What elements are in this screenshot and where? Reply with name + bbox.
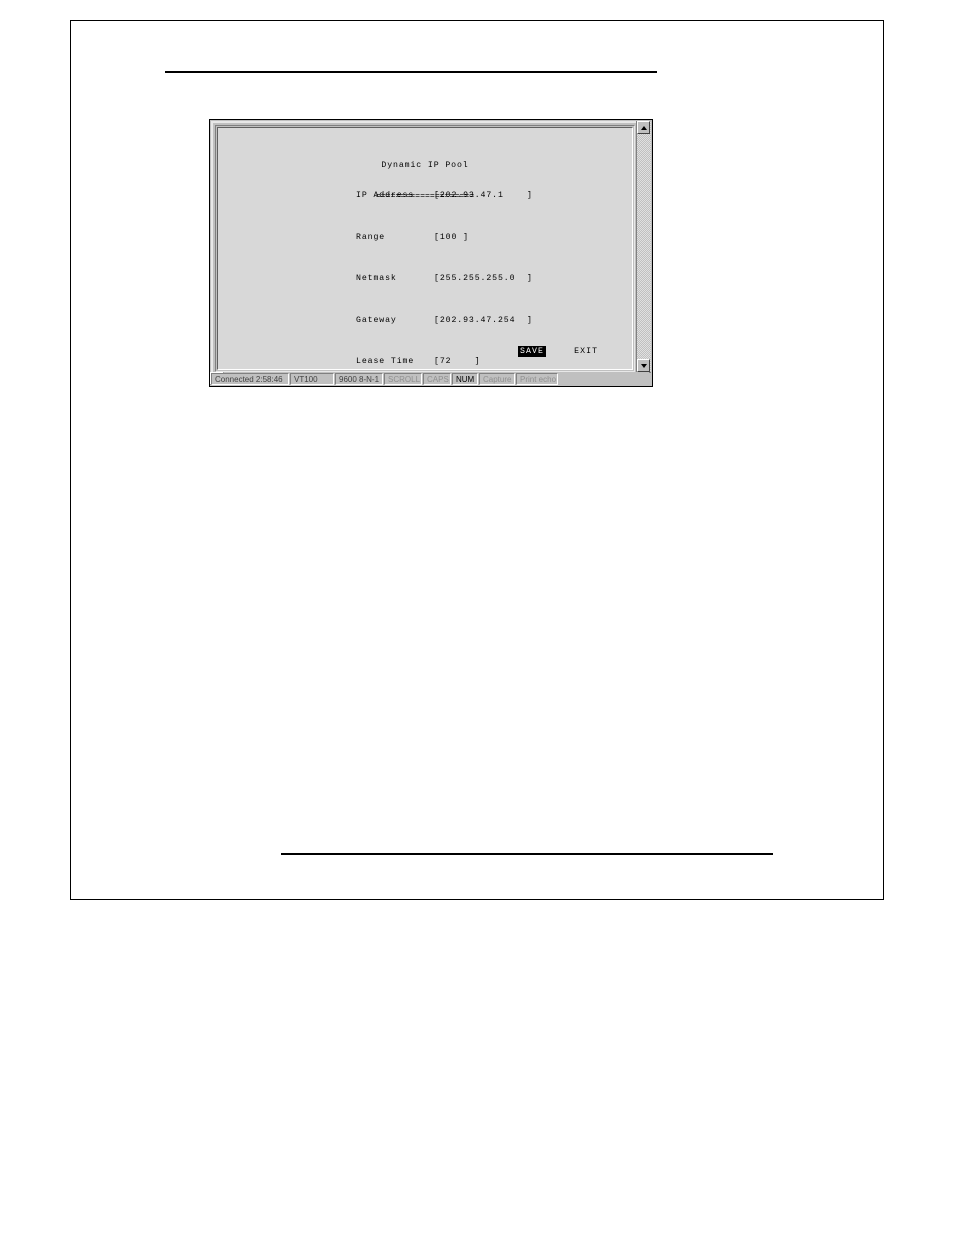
page-frame: Dynamic IP Pool ==================== IP …: [70, 20, 884, 900]
field-value[interactable]: [202.93.47.1 ]: [434, 190, 533, 201]
status-caps: CAPS: [423, 373, 451, 385]
heading-rule-bottom: [281, 853, 773, 855]
status-line-settings: 9600 8-N-1: [335, 373, 383, 385]
document-page: Dynamic IP Pool ==================== IP …: [0, 0, 954, 1235]
terminal-viewport-frame: Dynamic IP Pool ==================== IP …: [215, 125, 635, 372]
status-connected: Connected 2:58:46: [211, 373, 289, 385]
exit-button[interactable]: EXIT: [574, 346, 598, 357]
field-netmask: Netmask [255.255.255.0 ]: [356, 273, 626, 284]
arrow-down-icon: [641, 364, 647, 368]
field-lease-time: Lease Time [72 ]: [356, 356, 626, 367]
field-label: Netmask: [356, 273, 434, 284]
field-label: Range: [356, 232, 434, 243]
status-emulation: VT100: [290, 373, 334, 385]
heading-rule-top: [165, 71, 657, 73]
field-range: Range [100 ]: [356, 232, 626, 243]
terminal-window: Dynamic IP Pool ==================== IP …: [209, 119, 653, 387]
field-label: Lease Time: [356, 356, 434, 367]
form-area: IP Address [202.93.47.1 ] Range [100 ] N…: [356, 168, 626, 370]
scrollbar-vertical[interactable]: [636, 121, 651, 372]
field-label: IP Address: [356, 190, 434, 201]
scroll-up-button[interactable]: [637, 121, 650, 134]
field-value[interactable]: [100 ]: [434, 232, 469, 243]
arrow-up-icon: [641, 126, 647, 130]
action-row: SAVE EXIT: [518, 346, 598, 357]
terminal-viewport: Dynamic IP Pool ==================== IP …: [217, 127, 633, 370]
field-ip-address: IP Address [202.93.47.1 ]: [356, 190, 626, 201]
field-value[interactable]: [255.255.255.0 ]: [434, 273, 533, 284]
save-button[interactable]: SAVE: [518, 346, 546, 357]
field-gateway: Gateway [202.93.47.254 ]: [356, 315, 626, 326]
status-bar: Connected 2:58:46 VT100 9600 8-N-1 SCROL…: [211, 373, 651, 385]
status-scroll: SCROLL: [384, 373, 422, 385]
field-label: Gateway: [356, 315, 434, 326]
scroll-down-button[interactable]: [637, 359, 650, 372]
status-num: NUM: [452, 373, 478, 385]
field-value[interactable]: [72 ]: [434, 356, 481, 367]
status-printecho: Print echo: [516, 373, 558, 385]
status-capture: Capture: [479, 373, 515, 385]
field-value[interactable]: [202.93.47.254 ]: [434, 315, 533, 326]
